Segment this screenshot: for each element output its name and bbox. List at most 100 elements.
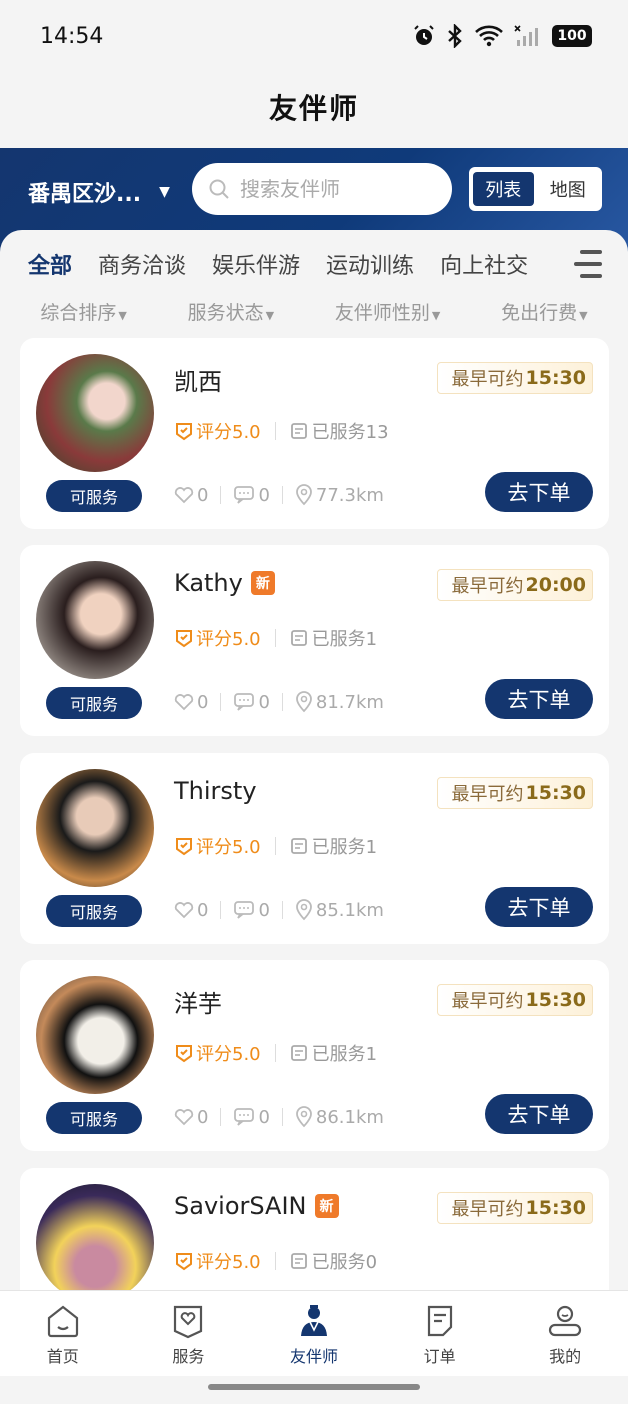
list-view-button[interactable]: 列表: [473, 172, 534, 206]
profile-icon: [549, 1305, 582, 1337]
likes[interactable]: 0: [174, 1107, 208, 1128]
nav-service[interactable]: 服务: [126, 1291, 252, 1376]
nav-label: 首页: [46, 1347, 79, 1366]
avatar[interactable]: [36, 354, 154, 472]
title-bar: 友伴师: [0, 76, 628, 148]
new-badge: 新: [250, 571, 275, 595]
tab-social[interactable]: 向上社交: [440, 248, 528, 280]
rating-row: 评分5.0 已服务1: [174, 833, 377, 859]
home-indicator[interactable]: [208, 1384, 420, 1390]
filter-gender[interactable]: 友伴师性别 ▼: [335, 298, 440, 325]
search-box[interactable]: [192, 163, 452, 215]
tab-business[interactable]: 商务洽谈: [98, 248, 186, 280]
bottom-nav: 首页 服务 友伴师 订单 我的: [0, 1290, 628, 1376]
comment-icon: [234, 901, 255, 919]
companion-name: SaviorSAIN 新: [174, 1192, 339, 1220]
category-tabs: 全部 商务洽谈 娱乐伴游 运动训练 向上社交: [28, 248, 528, 280]
score-icon: [176, 1253, 192, 1271]
status-bar: 14:54 100: [0, 0, 628, 76]
tab-entertainment[interactable]: 娱乐伴游: [212, 248, 300, 280]
nav-orders[interactable]: 订单: [377, 1291, 503, 1376]
divider: [274, 629, 276, 647]
filter-sort[interactable]: 综合排序 ▼: [40, 298, 126, 325]
stats-row: 0 0 85.1km: [174, 899, 384, 921]
likes[interactable]: 0: [174, 900, 208, 921]
comments[interactable]: 0: [233, 900, 270, 921]
earliest-label: 最早可约: [451, 369, 524, 390]
document-icon: [290, 1045, 307, 1061]
battery-indicator: 100: [552, 25, 592, 47]
order-icon: [427, 1305, 452, 1337]
earliest-time-tag: 最早可约 20:00: [436, 569, 593, 601]
heart-icon: [174, 694, 194, 711]
companion-card[interactable]: 可服务 凯西 最早可约 15:30 评分5.0 已服务13 0 0 77.3km…: [20, 338, 609, 529]
companion-card[interactable]: 可服务 Thirsty 最早可约 15:30 评分5.0 已服务1 0 0 85…: [20, 753, 609, 944]
earliest-label: 最早可约: [451, 784, 524, 805]
score-icon: [176, 630, 192, 648]
search-input[interactable]: [240, 177, 430, 201]
area-label: 番禺区沙...: [28, 182, 142, 207]
likes-count: 0: [197, 899, 209, 921]
distance: 81.7km: [295, 691, 384, 713]
location-pin-icon: [296, 691, 312, 713]
comments[interactable]: 0: [233, 691, 270, 713]
name-text: Kathy: [174, 569, 243, 597]
filter-status[interactable]: 服务状态 ▼: [188, 298, 274, 325]
served-text: 已服务1: [311, 837, 378, 858]
order-button[interactable]: 去下单: [485, 472, 593, 512]
divider: [220, 1108, 222, 1126]
nav-home[interactable]: 首页: [0, 1291, 126, 1376]
name-text: 洋芋: [174, 990, 222, 1018]
alarm-icon: [414, 25, 434, 45]
distance: 86.1km: [295, 1106, 384, 1128]
heart-icon: [174, 487, 194, 504]
companion-card[interactable]: 可服务 洋芋 最早可约 15:30 评分5.0 已服务1 0 0 86.1km …: [20, 960, 609, 1151]
comments[interactable]: 0: [233, 1107, 270, 1128]
distance-text: 81.7km: [315, 691, 384, 713]
name-text: 凯西: [174, 368, 222, 396]
companion-icon: [300, 1305, 327, 1336]
rating-row: 评分5.0 已服务1: [174, 1040, 377, 1066]
companion-card[interactable]: 可服务 Kathy 新 最早可约 20:00 评分5.0 已服务1 0 0 81…: [20, 545, 609, 736]
avatar[interactable]: [36, 769, 154, 887]
order-button[interactable]: 去下单: [485, 887, 593, 927]
order-button[interactable]: 去下单: [485, 679, 593, 719]
served-text: 已服务1: [311, 1044, 378, 1065]
score-icon: [176, 1045, 192, 1063]
comments-count: 0: [258, 691, 270, 713]
avatar[interactable]: [36, 561, 154, 679]
menu-icon[interactable]: [574, 250, 602, 278]
companion-name: Kathy 新: [174, 569, 275, 597]
heart-icon: [174, 902, 194, 919]
divider: [274, 1252, 276, 1270]
location-pin-icon: [296, 1106, 312, 1128]
avatar[interactable]: [36, 1184, 154, 1302]
comment-icon: [234, 1108, 255, 1126]
score: 评分5.0: [174, 625, 261, 651]
served-text: 已服务0: [311, 1252, 378, 1273]
nav-profile[interactable]: 我的: [502, 1291, 628, 1376]
nav-companion[interactable]: 友伴师: [251, 1291, 377, 1376]
divider: [281, 486, 283, 504]
distance-text: 77.3km: [315, 484, 384, 506]
score: 评分5.0: [174, 1248, 261, 1274]
stats-row: 0 0 81.7km: [174, 691, 384, 713]
service-icon: [174, 1305, 203, 1339]
order-button[interactable]: 去下单: [485, 1094, 593, 1134]
served-text: 已服务13: [311, 422, 389, 443]
distance-text: 85.1km: [315, 899, 384, 921]
signal-icon: [514, 25, 538, 46]
likes[interactable]: 0: [174, 485, 208, 506]
map-view-button[interactable]: 地图: [538, 172, 599, 206]
comments[interactable]: 0: [233, 485, 270, 506]
status-time: 14:54: [40, 24, 104, 49]
tab-all[interactable]: 全部: [28, 248, 72, 280]
avatar[interactable]: [36, 976, 154, 1094]
stats-row: 0 0 86.1km: [174, 1106, 384, 1128]
filter-travel-fee[interactable]: 免出行费 ▼: [501, 298, 587, 325]
document-icon: [290, 1253, 307, 1269]
score-text: 评分5.0: [196, 837, 261, 858]
area-selector[interactable]: 番禺区沙... ▼: [28, 176, 170, 208]
tab-sports[interactable]: 运动训练: [326, 248, 414, 280]
likes[interactable]: 0: [174, 692, 208, 713]
